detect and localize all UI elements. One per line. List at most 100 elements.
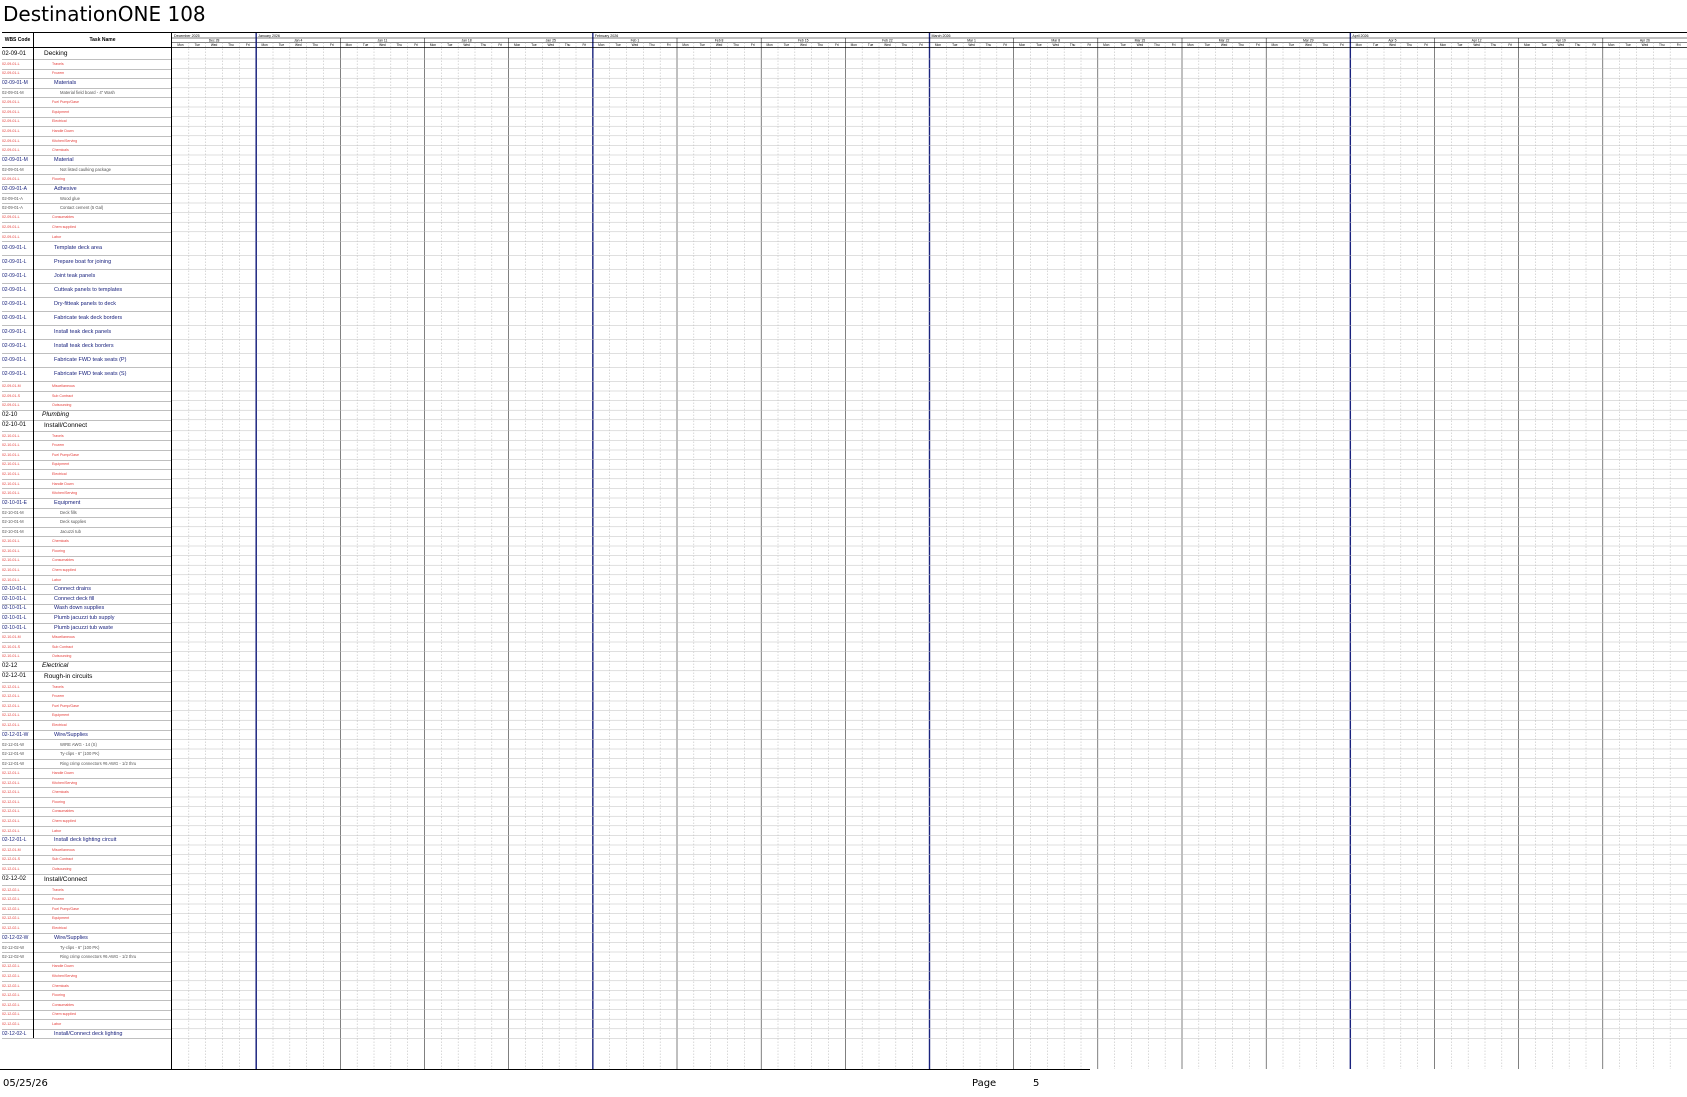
day-label: Wed [1389, 43, 1396, 47]
task-name: Travels [52, 61, 64, 66]
day-label: Tue [447, 43, 453, 47]
wbs-code: 02-09-01-L [2, 400, 34, 411]
day-label: Tue [615, 43, 621, 47]
wbs-code: 02-09-01-L [2, 212, 34, 223]
task-name: Chem supplied [52, 567, 76, 572]
task-name: Wood glue [60, 195, 80, 201]
task-row[interactable]: 02-09-01-L Prepare boat for joining [2, 255, 171, 271]
wbs-code: 02-12-02-L [2, 990, 34, 1000]
day-label: Mon [346, 43, 352, 47]
wbs-code: 02-10-01-L [2, 478, 34, 489]
task-name: Travels [52, 433, 64, 438]
wbs-code: 02-12-02-W [2, 942, 34, 952]
day-label: Tue [868, 43, 874, 47]
day-label: Mon [1187, 43, 1193, 47]
task-name: Electrical [52, 471, 67, 476]
task-name: Fuel Pump/Gase [52, 100, 79, 105]
wbs-code: 02-10-01-L [2, 459, 34, 470]
gantt-sheet: WBS Code Task Name 02-09-01 Decking 02-09-… [2, 32, 1687, 1069]
wbs-code: 02-10 [2, 410, 34, 420]
day-label: Mon [514, 43, 520, 47]
day-label: Tue [195, 43, 201, 47]
day-label: Fri [414, 43, 418, 47]
day-label: Wed [211, 43, 218, 47]
task-table-header: WBS Code Task Name [2, 33, 171, 48]
task-name: Equipment [52, 109, 70, 114]
day-label: Fri [1256, 43, 1260, 47]
task-row[interactable]: 02-09-01-L Fabricate FWD teak seats (P) [2, 353, 171, 369]
task-row[interactable]: 02-09-01-L Fabricate teak deck borders [2, 311, 171, 327]
task-row[interactable]: 02-09-01-L Cutteak panels to templates [2, 283, 171, 299]
task-row[interactable]: 02-09-01-L Install teak deck panels [2, 325, 171, 341]
wbs-code: 02-12-01-S [2, 854, 34, 865]
task-name: Fuel Pump/Gase [52, 452, 79, 457]
task-row[interactable]: 02-09-01-L Dry-fitteak panels to deck [2, 297, 171, 313]
wbs-code: 02-12-01-L [2, 864, 34, 874]
day-label: Thu [986, 43, 992, 47]
day-label: Thu [1491, 43, 1497, 47]
task-row[interactable]: 02-09-01-L Install teak deck borders [2, 339, 171, 355]
task-name: Flooring [52, 548, 65, 553]
day-label: Mon [851, 43, 857, 47]
wbs-code: 02-09-01-L [2, 241, 34, 256]
wbs-code: 02-12-02-L [2, 923, 34, 933]
month-label: January 2026 [258, 34, 280, 38]
week-label: Mar 22 [1219, 39, 1230, 43]
task-name: Equipment [52, 462, 70, 467]
day-label: Thu [1070, 43, 1076, 47]
task-name: Equipment [54, 499, 81, 506]
day-label: Thu [1575, 43, 1581, 47]
day-label: Tue [784, 43, 790, 47]
task-name: Not listed caulking package [60, 166, 111, 172]
task-name: Consumables [52, 1002, 74, 1007]
task-name: Material [54, 156, 74, 163]
task-row[interactable]: 02-12-02-L Install/Connect deck lighting [2, 1028, 171, 1040]
day-label: Thu [1659, 43, 1665, 47]
task-name: Labor [52, 577, 62, 582]
task-row[interactable]: 02-09-01-L Fabricate FWD teak seats (S) [2, 367, 171, 383]
day-label: Fri [1172, 43, 1176, 47]
wbs-code: 02-12-02-L [2, 884, 34, 895]
task-name: Chemicals [52, 983, 69, 988]
wbs-code: 02-10-01-M [2, 517, 34, 527]
day-label: Wed [295, 43, 302, 47]
day-label: Thu [1407, 43, 1413, 47]
task-name: Kitchen/Serving [52, 138, 78, 143]
task-name: Deck fills [60, 509, 77, 515]
day-label: Fri [1088, 43, 1092, 47]
week-label: Jan 25 [546, 39, 556, 43]
week-label: Jan 18 [461, 39, 471, 43]
wbs-code-header: WBS Code [2, 33, 34, 47]
task-name: Deck supplies [60, 519, 87, 525]
day-label: Mon [682, 43, 688, 47]
day-label: Tue [1541, 43, 1547, 47]
task-name: Miscellaneous [52, 635, 75, 640]
wbs-code: 02-09-01-L [2, 135, 34, 146]
wbs-code: 02-10-01-L [2, 430, 34, 441]
task-name: Plumb jacuzzi tub supply [54, 614, 115, 621]
task-name: Plumbing [42, 411, 70, 419]
wbs-code: 02-09-01-L [2, 107, 34, 117]
day-label: Tue [1036, 43, 1042, 47]
task-row[interactable]: 02-09-01-L Joint teak panels [2, 269, 171, 285]
task-name: Handle Down [52, 770, 74, 775]
wbs-code: 02-10-01-M [2, 632, 34, 642]
wbs-code: 02-12-02-L [2, 971, 34, 981]
wbs-code: 02-10-01 [2, 419, 34, 431]
task-name: Sub Contract [52, 857, 73, 862]
day-label: Fri [246, 43, 250, 47]
task-row[interactable]: 02-09-01-L Template deck area [2, 241, 171, 257]
timeline-grid[interactable]: December 2025 January 2026 February 2026 Ma… [172, 33, 1687, 1069]
day-label: Mon [766, 43, 772, 47]
task-name: Electrical [42, 662, 69, 670]
wbs-code: 02-10-01-L [2, 469, 34, 479]
wbs-code: 02-09-01 [2, 48, 34, 59]
day-label: Fri [1003, 43, 1007, 47]
task-name: Travels [52, 684, 64, 689]
wbs-code: 02-09-01-A [2, 203, 34, 213]
wbs-code: 02-12-01-L [2, 720, 34, 730]
wbs-code: 02-12-01-L [2, 806, 34, 817]
day-label: Mon [1608, 43, 1614, 47]
wbs-code: 02-09-01-S [2, 391, 34, 401]
week-label: Apr 19 [1556, 39, 1566, 43]
